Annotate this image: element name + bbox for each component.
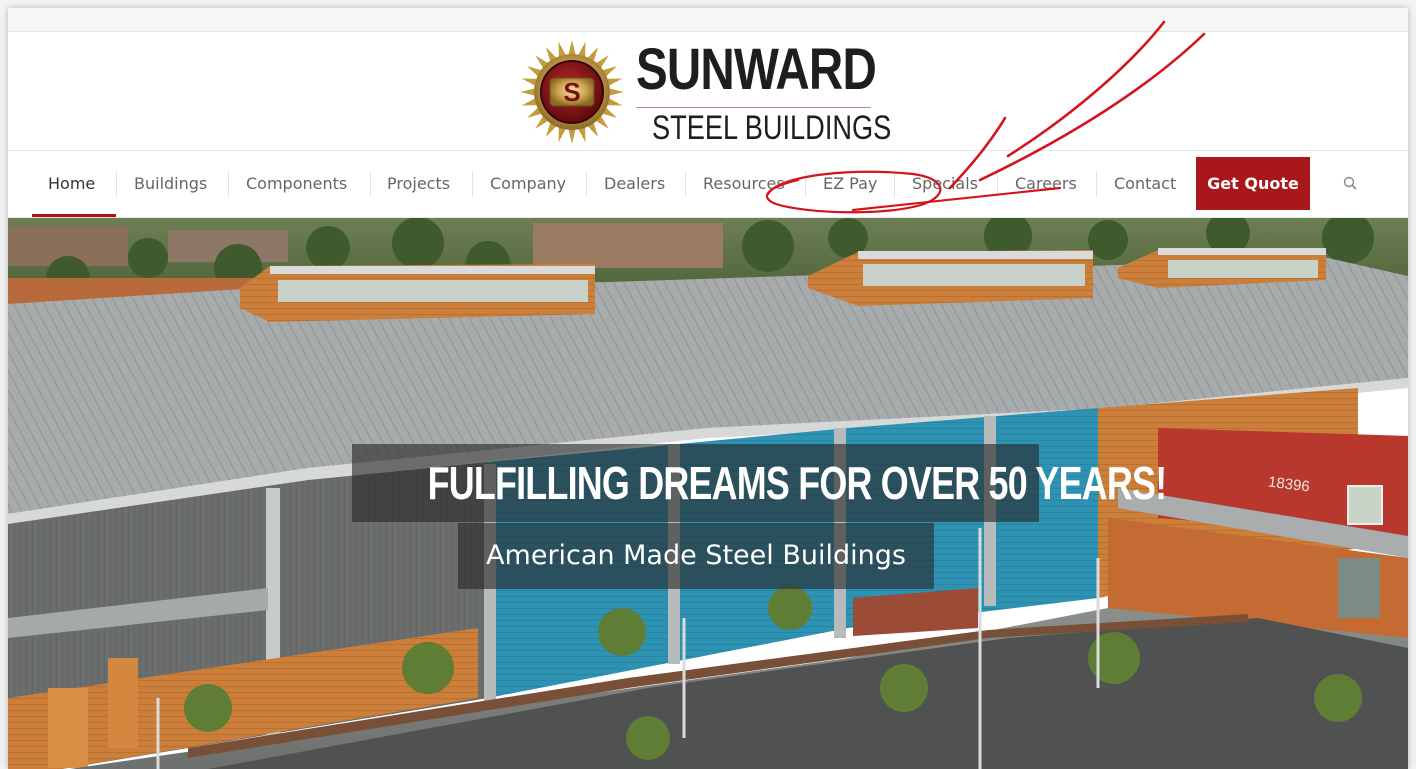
- nav-separator: [685, 171, 686, 197]
- nav-item-components[interactable]: Components: [246, 151, 347, 217]
- logo-divider: [636, 107, 871, 108]
- sun-ray: [520, 88, 535, 96]
- hero-banner: FULFILLING DREAMS FOR OVER 50 YEARS! Ame…: [8, 218, 1408, 769]
- nav-separator: [472, 171, 473, 197]
- nav-separator: [805, 171, 806, 197]
- sun-ray: [558, 41, 566, 57]
- nav-item-projects[interactable]: Projects: [387, 151, 450, 217]
- sun-ray: [578, 127, 586, 143]
- sun-ray: [578, 41, 586, 57]
- get-quote-button[interactable]: Get Quote: [1196, 157, 1310, 210]
- nav-separator: [370, 171, 371, 197]
- sun-ray: [609, 88, 624, 96]
- sun-ray: [558, 127, 566, 143]
- main-navigation: Home Buildings Components Projects Compa…: [8, 150, 1408, 218]
- nav-item-contact[interactable]: Contact: [1114, 151, 1176, 217]
- sun-ray: [521, 98, 537, 106]
- logo-wordmark-top: SUNWARD: [636, 37, 877, 102]
- nav-item-resources[interactable]: Resources: [703, 151, 785, 217]
- nav-separator: [116, 171, 117, 197]
- nav-item-buildings[interactable]: Buildings: [134, 151, 207, 217]
- nav-item-careers[interactable]: Careers: [1015, 151, 1077, 217]
- nav-separator: [586, 171, 587, 197]
- site-header: S SUNWARD STEEL BUILDINGS: [8, 32, 1408, 150]
- nav-item-company[interactable]: Company: [490, 151, 566, 217]
- nav-separator: [228, 171, 229, 197]
- sun-ray: [568, 40, 576, 55]
- sun-ray: [568, 129, 576, 144]
- nav-item-dealers[interactable]: Dealers: [604, 151, 665, 217]
- hero-subheadline: American Made Steel Buildings: [486, 540, 906, 571]
- site-logo[interactable]: S SUNWARD STEEL BUILDINGS: [516, 37, 891, 147]
- nav-active-indicator: [32, 214, 116, 217]
- logo-wordmark-bottom: STEEL BUILDINGS: [652, 109, 892, 147]
- svg-text:S: S: [563, 77, 580, 107]
- nav-separator: [997, 171, 998, 197]
- top-strip: [8, 8, 1408, 32]
- sun-ray: [607, 78, 623, 86]
- hero-headline: FULFILLING DREAMS FOR OVER 50 YEARS!: [427, 457, 1168, 509]
- nav-separator: [894, 171, 895, 197]
- sun-ray: [607, 98, 623, 106]
- nav-separator: [1096, 171, 1097, 197]
- sun-badge-icon: S: [520, 40, 624, 144]
- hero-subheadline-panel: American Made Steel Buildings: [458, 523, 934, 589]
- sun-ray: [521, 78, 537, 86]
- hero-headline-panel: FULFILLING DREAMS FOR OVER 50 YEARS!: [352, 444, 1168, 522]
- nav-item-specials[interactable]: Specials: [912, 151, 978, 217]
- browser-page: S SUNWARD STEEL BUILDINGS Home Buildings…: [8, 8, 1408, 769]
- nav-item-home[interactable]: Home: [48, 151, 95, 217]
- search-icon[interactable]: [1342, 175, 1360, 193]
- nav-item-ez-pay[interactable]: EZ Pay: [823, 151, 877, 217]
